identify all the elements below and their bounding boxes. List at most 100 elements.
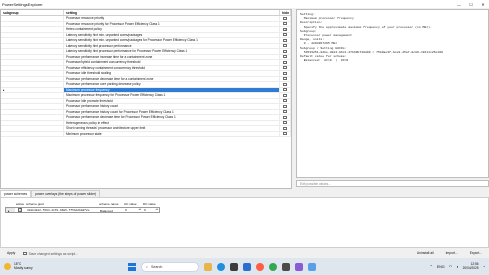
subgroup-cell[interactable]	[1, 54, 64, 59]
setting-cell[interactable]: Processor/hybrid containment concurrency…	[64, 60, 280, 65]
hidden-cell[interactable]	[280, 49, 291, 54]
chrome-icon[interactable]	[269, 262, 277, 271]
file-explorer-icon[interactable]	[204, 262, 212, 271]
setting-cell[interactable]: Processor performance history count for …	[64, 109, 280, 114]
setting-cell[interactable]: Processor efficiency containment concurr…	[64, 65, 280, 70]
hidden-checkbox[interactable]	[283, 132, 287, 136]
hidden-checkbox[interactable]	[283, 99, 287, 103]
subgroup-cell[interactable]	[1, 27, 64, 32]
dc-spinner-icon[interactable]: ▴▾	[156, 208, 159, 212]
edit-values-field[interactable]: Edit possible values...	[296, 180, 489, 187]
setting-cell[interactable]: Latency sensitivity hint processor perfo…	[64, 49, 280, 54]
setting-cell[interactable]: Maximum processor frequency for Processo…	[64, 93, 280, 98]
subgroup-cell[interactable]	[1, 16, 64, 21]
export-button[interactable]: Export...	[465, 249, 487, 258]
power-settings-explorer-icon[interactable]	[308, 262, 316, 271]
close-button[interactable]: ✕	[477, 0, 489, 8]
setting-cell[interactable]: Processor performance decrease time for …	[64, 115, 280, 120]
hidden-checkbox[interactable]	[283, 55, 287, 59]
hidden-cell[interactable]	[280, 71, 291, 76]
hidden-cell[interactable]	[280, 98, 291, 103]
hidden-cell[interactable]	[280, 126, 291, 131]
hidden-cell[interactable]	[280, 120, 291, 125]
setting-cell[interactable]: Processor idle promote threshold	[64, 98, 280, 103]
subgroup-cell[interactable]	[1, 76, 64, 81]
minimize-button[interactable]: —	[453, 0, 465, 8]
setting-cell[interactable]: Maximum processor frequency	[64, 87, 280, 92]
subgroup-cell[interactable]	[1, 60, 64, 65]
hidden-cell[interactable]	[280, 87, 291, 92]
weather-widget[interactable]: 18°C Mostly sunny	[4, 262, 33, 271]
hidden-cell[interactable]	[280, 82, 291, 87]
hidden-cell[interactable]	[280, 21, 291, 26]
scheme-dc-value[interactable]: 0 ▴▾	[142, 208, 159, 212]
subgroup-cell[interactable]	[1, 120, 64, 125]
hidden-checkbox[interactable]	[283, 77, 287, 81]
hidden-checkbox[interactable]	[283, 66, 287, 70]
setting-cell[interactable]: Latency sensitivity hint processor perfo…	[64, 43, 280, 48]
hidden-checkbox[interactable]	[283, 44, 287, 48]
notification-bell-icon[interactable]: ◔	[483, 264, 485, 269]
hidden-checkbox[interactable]	[283, 22, 287, 26]
save-script-checkbox[interactable]	[23, 251, 27, 256]
subgroup-cell[interactable]	[1, 32, 64, 37]
table-row[interactable]: Minimum processor state	[1, 131, 291, 137]
setting-cell[interactable]: Heteo containment policy	[64, 27, 280, 32]
scheme-dc-text[interactable]: 0	[144, 208, 146, 212]
hidden-cell[interactable]	[280, 27, 291, 32]
hidden-checkbox[interactable]	[283, 110, 287, 114]
subgroup-cell[interactable]: ▸	[1, 87, 64, 92]
hidden-cell[interactable]	[280, 32, 291, 37]
hidden-checkbox[interactable]	[283, 16, 287, 20]
subgroup-cell[interactable]	[1, 131, 64, 136]
hidden-cell[interactable]	[280, 43, 291, 48]
import-button[interactable]: Import...	[441, 249, 463, 258]
hidden-cell[interactable]	[280, 115, 291, 120]
setting-cell[interactable]: Processor resource priority	[64, 16, 280, 21]
store-icon[interactable]	[230, 262, 238, 271]
hidden-checkbox[interactable]	[283, 121, 287, 125]
language-indicator[interactable]: ENG	[437, 265, 445, 269]
setting-cell[interactable]: Heterogeneous policy in effect	[64, 120, 280, 125]
setting-cell[interactable]: Latency sensitivity hint min. unparked c…	[64, 32, 280, 37]
hidden-cell[interactable]	[280, 93, 291, 98]
volume-icon[interactable]: ◖	[456, 264, 458, 269]
scheme-active-checkbox-cell[interactable]	[15, 208, 25, 212]
subgroup-cell[interactable]	[1, 82, 64, 87]
firefox-icon[interactable]	[256, 262, 264, 271]
subgroup-cell[interactable]	[1, 65, 64, 70]
apply-button[interactable]: Apply	[2, 249, 20, 258]
hidden-checkbox[interactable]	[283, 27, 287, 31]
hidden-cell[interactable]	[280, 109, 291, 114]
setting-cell[interactable]: Latency sensitivity hint min. unparked c…	[64, 38, 280, 43]
setting-cell[interactable]: Processor performance core parking decre…	[64, 82, 280, 87]
tab-power-overlays[interactable]: power overlays (the steps of power slide…	[31, 190, 101, 197]
hidden-checkbox[interactable]	[283, 82, 287, 86]
setting-cell[interactable]: Processor performance increase time for …	[64, 54, 280, 59]
hidden-checkbox[interactable]	[283, 88, 287, 92]
header-hidden[interactable]: hidn	[280, 10, 291, 15]
subgroup-cell[interactable]	[1, 38, 64, 43]
hidden-checkbox[interactable]	[283, 93, 287, 97]
setting-cell[interactable]: Processor resource priority for Processo…	[64, 21, 280, 26]
hidden-cell[interactable]	[280, 104, 291, 109]
settings-grid[interactable]: subgroup setting hidn Processor resource…	[0, 9, 292, 189]
windows-start-icon[interactable]	[128, 262, 136, 271]
subgroup-cell[interactable]	[1, 43, 64, 48]
hidden-cell[interactable]	[280, 38, 291, 43]
hidden-cell[interactable]	[280, 76, 291, 81]
scheme-active-checkbox[interactable]	[18, 208, 22, 212]
save-script-option[interactable]: Save changed settings as script...	[23, 252, 78, 256]
subgroup-cell[interactable]	[1, 71, 64, 76]
setting-cell[interactable]: Processor idle threshold scaling	[64, 71, 280, 76]
hidden-checkbox[interactable]	[283, 60, 287, 64]
hidden-checkbox[interactable]	[283, 38, 287, 42]
edge-icon[interactable]	[217, 262, 225, 271]
maximize-button[interactable]: ☐	[465, 0, 477, 8]
subgroup-cell[interactable]	[1, 98, 64, 103]
scheme-ac-text[interactable]: 0	[125, 208, 127, 212]
subgroup-cell[interactable]	[1, 93, 64, 98]
mail-icon[interactable]	[243, 262, 251, 271]
subgroup-cell[interactable]	[1, 109, 64, 114]
chevron-up-icon[interactable]: ⌃	[430, 264, 433, 269]
